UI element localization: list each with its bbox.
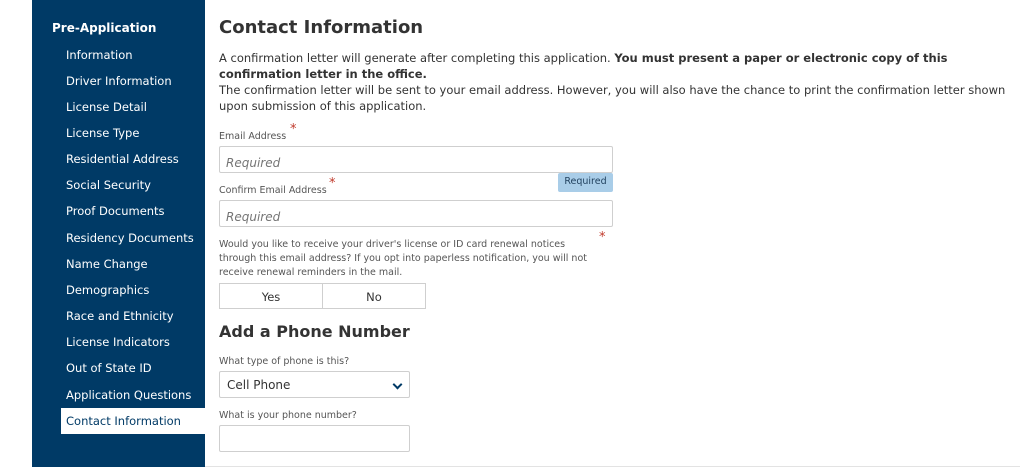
- phone-number-input[interactable]: [219, 425, 410, 452]
- sidebar-item-driver-information[interactable]: Driver Information: [66, 74, 172, 88]
- confirmation-notice-text: A confirmation letter will generate afte…: [219, 51, 615, 65]
- sidebar-item-social-security[interactable]: Social Security: [66, 178, 151, 192]
- confirmation-notice: A confirmation letter will generate afte…: [219, 50, 1019, 82]
- no-button[interactable]: No: [323, 284, 425, 308]
- renewal-toggle: Yes No: [219, 283, 426, 309]
- sidebar-item-proof-documents[interactable]: Proof Documents: [66, 204, 165, 218]
- sidebar-item-out-of-state-id[interactable]: Out of State ID: [66, 361, 152, 375]
- confirm-email-label: Confirm Email Address: [219, 185, 327, 196]
- sidebar-item-contact-information[interactable]: Contact Information: [61, 408, 205, 434]
- phone-type-value: Cell Phone: [227, 378, 291, 392]
- sidebar: Pre-Application Information Driver Infor…: [32, 0, 205, 467]
- sidebar-item-information[interactable]: Information: [66, 48, 133, 62]
- confirm-email-required-star: *: [329, 176, 336, 191]
- required-tooltip: Required: [558, 173, 613, 192]
- email-label: Email Address: [219, 131, 287, 142]
- divider: [205, 466, 1020, 467]
- renewal-required-star: *: [599, 230, 606, 245]
- sidebar-item-application-questions[interactable]: Application Questions: [66, 388, 191, 402]
- email-required-star: *: [290, 122, 297, 137]
- sidebar-item-residency-documents[interactable]: Residency Documents: [66, 231, 194, 245]
- renewal-question: Would you like to receive your driver's …: [219, 239, 587, 278]
- confirm-email-input[interactable]: [219, 200, 613, 227]
- phone-type-select[interactable]: Cell Phone: [219, 371, 410, 398]
- sidebar-item-license-type[interactable]: License Type: [66, 126, 139, 140]
- sidebar-item-race-and-ethnicity[interactable]: Race and Ethnicity: [66, 309, 174, 323]
- yes-button[interactable]: Yes: [220, 284, 323, 308]
- phone-number-label: What is your phone number?: [219, 410, 357, 421]
- sidebar-item-demographics[interactable]: Demographics: [66, 283, 149, 297]
- phone-type-label: What type of phone is this?: [219, 356, 350, 367]
- page-title: Contact Information: [219, 17, 424, 38]
- sidebar-header: Pre-Application: [52, 21, 157, 35]
- sidebar-item-name-change[interactable]: Name Change: [66, 257, 148, 271]
- chevron-down-icon: [392, 379, 403, 390]
- sidebar-item-license-indicators[interactable]: License Indicators: [66, 335, 170, 349]
- page: Pre-Application Information Driver Infor…: [0, 0, 1024, 473]
- email-input[interactable]: [219, 146, 613, 173]
- email-notice: The confirmation letter will be sent to …: [219, 83, 1006, 113]
- sidebar-item-license-detail[interactable]: License Detail: [66, 100, 147, 114]
- sidebar-item-residential-address[interactable]: Residential Address: [66, 152, 179, 166]
- phone-section-title: Add a Phone Number: [219, 322, 410, 341]
